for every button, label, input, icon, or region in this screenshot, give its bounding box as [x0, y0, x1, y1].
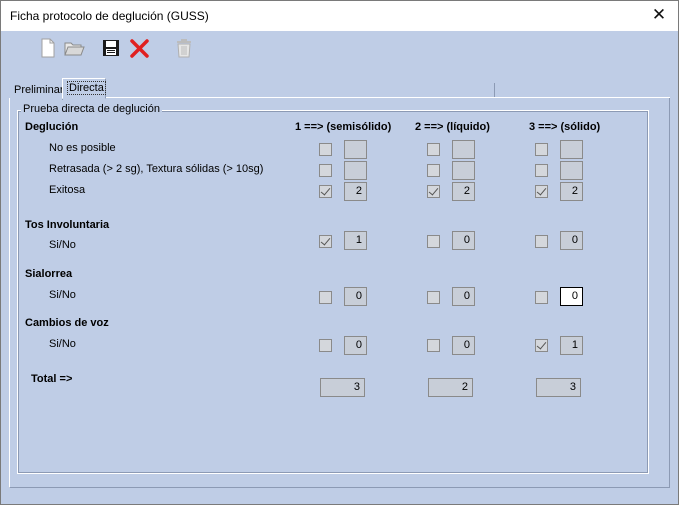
value-sialorrea-2[interactable]: 0	[452, 287, 475, 306]
section-title-sialorrea: Sialorrea	[25, 268, 73, 280]
tab-preliminar[interactable]: Preliminar	[9, 80, 64, 100]
new-document-icon	[41, 38, 55, 58]
red-x-icon	[130, 39, 149, 58]
value-no-es-posible-1[interactable]	[344, 140, 367, 159]
tab-directa-label: Directa	[67, 81, 106, 95]
open-folder-button[interactable]	[63, 37, 85, 59]
checkbox-exitosa-2[interactable]	[427, 185, 440, 198]
value-no-es-posible-2[interactable]	[452, 140, 475, 159]
value-exitosa-1[interactable]: 2	[344, 182, 367, 201]
save-button[interactable]	[100, 37, 122, 59]
row-label-tos-si-no: Si/No	[49, 239, 76, 251]
trash-icon	[177, 39, 191, 58]
checkbox-voz-1[interactable]	[319, 339, 332, 352]
checkbox-sialorrea-1[interactable]	[319, 291, 332, 304]
checkbox-voz-2[interactable]	[427, 339, 440, 352]
total-solido: 3	[536, 378, 581, 397]
tab-strip-separator	[494, 83, 495, 97]
checkbox-exitosa-1[interactable]	[319, 185, 332, 198]
toolbar	[1, 31, 678, 63]
checkbox-tos-1[interactable]	[319, 235, 332, 248]
checkbox-no-es-posible-3[interactable]	[535, 143, 548, 156]
value-sialorrea-1[interactable]: 0	[344, 287, 367, 306]
value-sialorrea-3[interactable]: 0	[560, 287, 583, 306]
save-icon	[103, 40, 119, 56]
section-title-deglucion: Deglución	[25, 121, 79, 133]
open-folder-icon	[64, 42, 85, 56]
checkbox-tos-2[interactable]	[427, 235, 440, 248]
delete-button[interactable]	[173, 37, 195, 59]
value-exitosa-2[interactable]: 2	[452, 182, 475, 201]
row-label-voz-si-no: Si/No	[49, 338, 76, 350]
section-title-tos: Tos Involuntaria	[25, 219, 110, 231]
checkbox-voz-3[interactable]	[535, 339, 548, 352]
value-exitosa-3[interactable]: 2	[560, 182, 583, 201]
dialog-window: Ficha protocolo de deglución (GUSS) ✕ Pr…	[0, 0, 679, 505]
checkbox-no-es-posible-2[interactable]	[427, 143, 440, 156]
cancel-button[interactable]	[129, 37, 151, 59]
checkbox-retrasada-3[interactable]	[535, 164, 548, 177]
section-title-cambios-de-voz: Cambios de voz	[25, 317, 109, 329]
total-label: Total =>	[31, 373, 73, 385]
checkbox-no-es-posible-1[interactable]	[319, 143, 332, 156]
total-liquido: 2	[428, 378, 473, 397]
value-retrasada-1[interactable]	[344, 161, 367, 180]
checkbox-retrasada-2[interactable]	[427, 164, 440, 177]
new-document-button[interactable]	[37, 37, 59, 59]
title-bar: Ficha protocolo de deglución (GUSS) ✕	[1, 1, 678, 31]
column-header-liquido: 2 ==> (líquido)	[415, 121, 490, 133]
value-tos-3[interactable]: 0	[560, 231, 583, 250]
row-label-exitosa: Exitosa	[49, 184, 86, 196]
value-no-es-posible-3[interactable]	[560, 140, 583, 159]
checkbox-retrasada-1[interactable]	[319, 164, 332, 177]
row-label-retrasada: Retrasada (> 2 sg), Textura sólidas (> 1…	[49, 163, 264, 175]
window-title: Ficha protocolo de deglución (GUSS)	[10, 9, 209, 23]
tab-directa[interactable]: Directa	[62, 78, 106, 99]
checkbox-sialorrea-3[interactable]	[535, 291, 548, 304]
column-header-semisolido: 1 ==> (semisólido)	[295, 121, 392, 133]
row-label-sialorrea-si-no: Si/No	[49, 289, 76, 301]
checkbox-sialorrea-2[interactable]	[427, 291, 440, 304]
value-voz-3[interactable]: 1	[560, 336, 583, 355]
value-tos-2[interactable]: 0	[452, 231, 475, 250]
group-legend: Prueba directa de deglución	[21, 103, 162, 115]
close-button[interactable]: ✕	[646, 4, 672, 28]
column-header-solido: 3 ==> (sólido)	[529, 121, 601, 133]
value-voz-2[interactable]: 0	[452, 336, 475, 355]
value-retrasada-2[interactable]	[452, 161, 475, 180]
value-tos-1[interactable]: 1	[344, 231, 367, 250]
value-voz-1[interactable]: 0	[344, 336, 367, 355]
total-semisolido: 3	[320, 378, 365, 397]
checkbox-tos-3[interactable]	[535, 235, 548, 248]
value-retrasada-3[interactable]	[560, 161, 583, 180]
checkbox-exitosa-3[interactable]	[535, 185, 548, 198]
row-label-no-es-posible: No es posible	[49, 142, 116, 154]
